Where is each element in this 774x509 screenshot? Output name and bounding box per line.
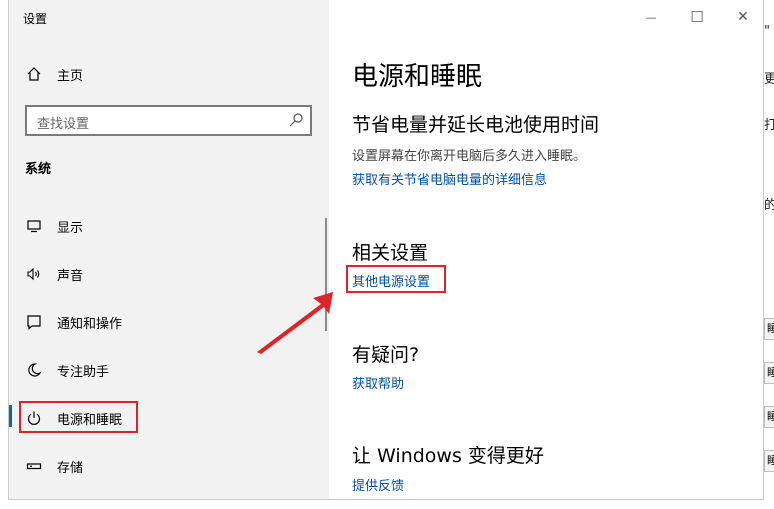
annotation-highlight-box	[19, 401, 138, 433]
background-window: " 更 打 的 睡 睡 睡 睡	[764, 0, 774, 509]
give-feedback-link[interactable]: 提供反馈	[352, 475, 404, 494]
close-button[interactable]: ✕	[731, 6, 755, 28]
monitor-icon	[25, 217, 43, 235]
sidebar-item-label: 专注助手	[57, 364, 110, 380]
settings-window: 设置 主页 查找设置 系统 显示 声音 通知和操作 专注助手 电源和睡眠 存储 …	[8, 0, 764, 500]
close-icon: ✕	[737, 9, 749, 25]
battery-info-link[interactable]: 获取有关节省电脑电量的详细信息	[352, 169, 547, 188]
storage-icon	[25, 457, 43, 475]
background-text: "	[764, 24, 770, 39]
background-text: 更	[764, 72, 774, 87]
annotation-arrow-icon	[257, 292, 333, 354]
background-text: 的	[764, 198, 774, 213]
battery-description: 设置屏幕在你离开电脑后多久进入睡眠。	[352, 149, 587, 164]
background-field: 睡	[764, 362, 774, 384]
speaker-icon	[25, 265, 43, 283]
sidebar-item-label: 存储	[57, 460, 84, 476]
notification-icon	[25, 313, 43, 331]
content-pane: — ☐ ✕ 电源和睡眠 节省电量并延长电池使用时间 设置屏幕在你离开电脑后多久进…	[329, 0, 763, 499]
sidebar-item-display[interactable]: 显示	[9, 206, 329, 246]
background-field: 睡	[764, 406, 774, 428]
sidebar-item-label: 主页	[57, 68, 84, 84]
sidebar-item-label: 声音	[57, 268, 84, 284]
sidebar-item-home[interactable]: 主页	[9, 54, 329, 94]
sidebar-item-label: 通知和操作	[57, 316, 123, 332]
section-label-system: 系统	[25, 162, 52, 177]
maximize-button[interactable]: ☐	[685, 6, 709, 28]
search-icon	[288, 112, 304, 128]
minimize-icon: —	[645, 10, 657, 24]
get-help-link[interactable]: 获取帮助	[352, 373, 404, 392]
page-title: 电源和睡眠	[352, 62, 483, 92]
home-icon	[25, 65, 43, 83]
sidebar: 设置 主页 查找设置 系统 显示 声音 通知和操作 专注助手 电源和睡眠 存储	[9, 0, 329, 499]
search-input[interactable]: 查找设置	[25, 105, 312, 136]
related-settings-heading: 相关设置	[352, 242, 429, 264]
search-placeholder: 查找设置	[37, 117, 90, 132]
sidebar-item-storage[interactable]: 存储	[9, 446, 329, 486]
feedback-heading: 让 Windows 变得更好	[352, 445, 544, 467]
annotation-highlight-box	[346, 265, 446, 293]
background-text: 打	[764, 118, 774, 133]
moon-icon	[25, 361, 43, 379]
battery-heading: 节省电量并延长电池使用时间	[352, 114, 600, 136]
sidebar-item-label: 显示	[57, 220, 84, 236]
question-heading: 有疑问?	[352, 344, 420, 366]
background-field: 睡	[764, 450, 774, 472]
maximize-icon: ☐	[690, 8, 704, 26]
window-title: 设置	[23, 12, 48, 26]
background-field: 睡	[764, 318, 774, 340]
minimize-button[interactable]: —	[639, 6, 663, 28]
